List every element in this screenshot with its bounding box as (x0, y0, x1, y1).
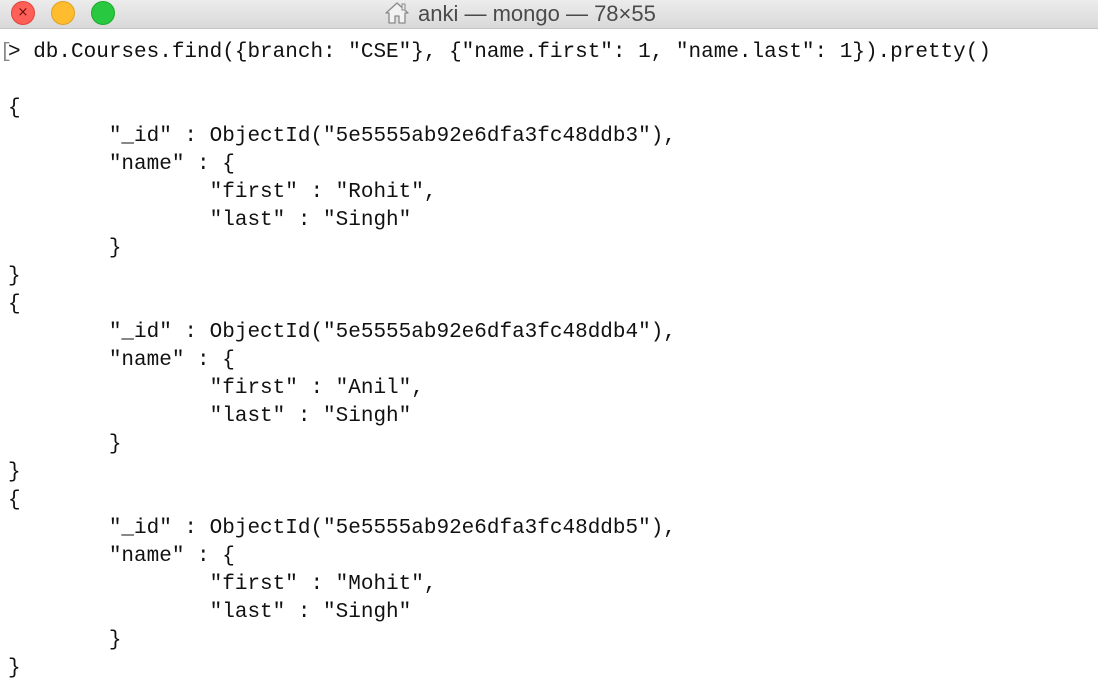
output-line: "first" : "Mohit", (8, 573, 437, 596)
output-line: "name" : { (8, 153, 235, 176)
output-line: { (8, 293, 21, 316)
output-line: "name" : { (8, 349, 235, 372)
output-line: } (8, 265, 21, 288)
output-line: "name" : { (8, 545, 235, 568)
output-line: } (8, 629, 122, 652)
output-line: "last" : "Singh" (8, 209, 412, 232)
close-button[interactable]: × (11, 1, 35, 25)
output-line: "last" : "Singh" (8, 601, 412, 624)
output-line: "first" : "Rohit", (8, 181, 437, 204)
output-line: "_id" : ObjectId("5e5555ab92e6dfa3fc48dd… (8, 321, 676, 344)
output-line: "_id" : ObjectId("5e5555ab92e6dfa3fc48dd… (8, 125, 676, 148)
home-icon (385, 2, 409, 24)
output-line: "_id" : ObjectId("5e5555ab92e6dfa3fc48dd… (8, 517, 676, 540)
output-line: "first" : "Anil", (8, 377, 424, 400)
terminal-window: × anki — mongo — 78×55 [ > db.Courses.fi… (0, 0, 1098, 680)
output-line: } (8, 461, 21, 484)
minimize-button[interactable] (51, 1, 75, 25)
output-line: { (8, 97, 21, 120)
zoom-button[interactable] (91, 1, 115, 25)
output-line: } (8, 433, 122, 456)
title-bar: × anki — mongo — 78×55 (0, 0, 1098, 29)
output-line: } (8, 657, 21, 680)
output-line: } (8, 237, 122, 260)
prompt-mark: [ (0, 41, 13, 64)
window-title: anki — mongo — 78×55 (384, 0, 656, 28)
output-line: "last" : "Singh" (8, 405, 412, 428)
close-icon: × (17, 5, 29, 20)
window-title-text: anki — mongo — 78×55 (418, 1, 656, 26)
output-line: { (8, 489, 21, 512)
command-line: > db.Courses.find({branch: "CSE"}, {"nam… (8, 41, 991, 64)
terminal-output[interactable]: [ > db.Courses.find({branch: "CSE"}, {"n… (0, 29, 1098, 680)
